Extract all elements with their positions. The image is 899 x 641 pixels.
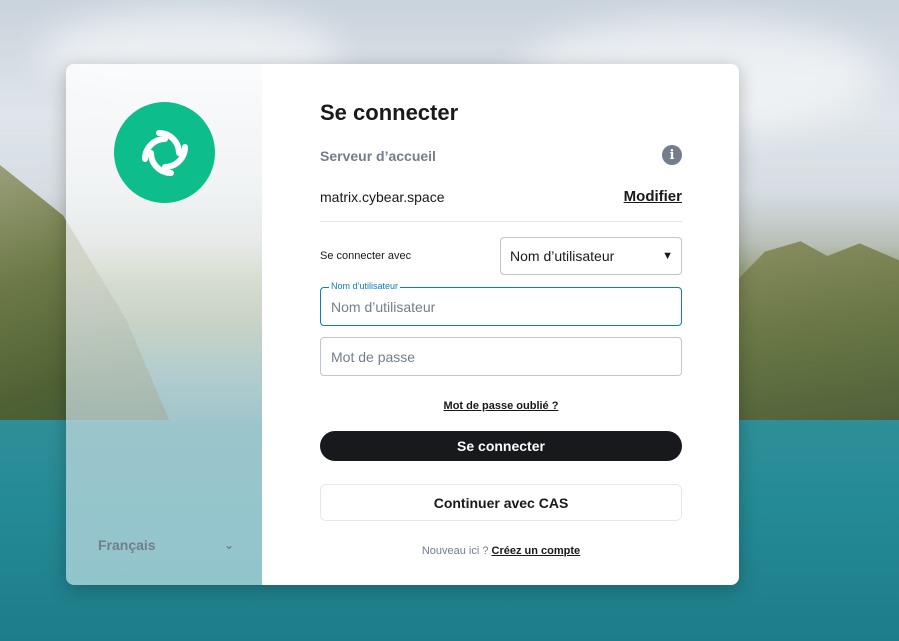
password-input[interactable] (321, 338, 681, 375)
page-title: Se connecter (320, 100, 459, 125)
info-icon[interactable]: i (662, 145, 682, 165)
homeserver-label: Serveur d’accueil (320, 148, 436, 164)
language-selector[interactable]: Français ⌄ (98, 534, 234, 556)
username-float-label: Nom d’utilisateur (329, 281, 401, 291)
password-field (320, 337, 682, 376)
homeserver-value: matrix.cybear.space (320, 189, 445, 205)
language-label: Français (98, 537, 156, 553)
new-here-text: Nouveau ici ? (421, 545, 489, 557)
login-method-value: Nom d’utilisateur (510, 248, 615, 264)
chevron-down-icon: ▼ (662, 250, 673, 262)
continue-with-cas-button[interactable]: Continuer avec CAS (320, 484, 682, 521)
login-panel: Se connecter Serveur d’accueil i matrix.… (262, 64, 739, 585)
element-logo-icon (114, 102, 215, 203)
divider (320, 221, 682, 222)
modify-homeserver-link[interactable]: Modifier (624, 188, 682, 205)
username-field: Nom d’utilisateur (320, 281, 682, 326)
background-mountain-right (720, 241, 899, 445)
create-account-link[interactable]: Créez un compte (492, 545, 581, 557)
create-account-footer: Nouveau ici ? Créez un compte (320, 545, 682, 557)
auth-sidebar: Français ⌄ (66, 64, 262, 585)
forgot-password-link[interactable]: Mot de passe oublié ? (320, 400, 682, 412)
sign-in-button[interactable]: Se connecter (320, 431, 682, 461)
username-input[interactable] (321, 288, 681, 325)
login-card: Français ⌄ Se connecter Serveur d’accuei… (66, 64, 739, 585)
chevron-down-icon: ⌄ (223, 538, 234, 552)
login-with-label: Se connecter avec (320, 250, 412, 262)
login-method-select[interactable]: Nom d’utilisateur ▼ (500, 237, 682, 275)
